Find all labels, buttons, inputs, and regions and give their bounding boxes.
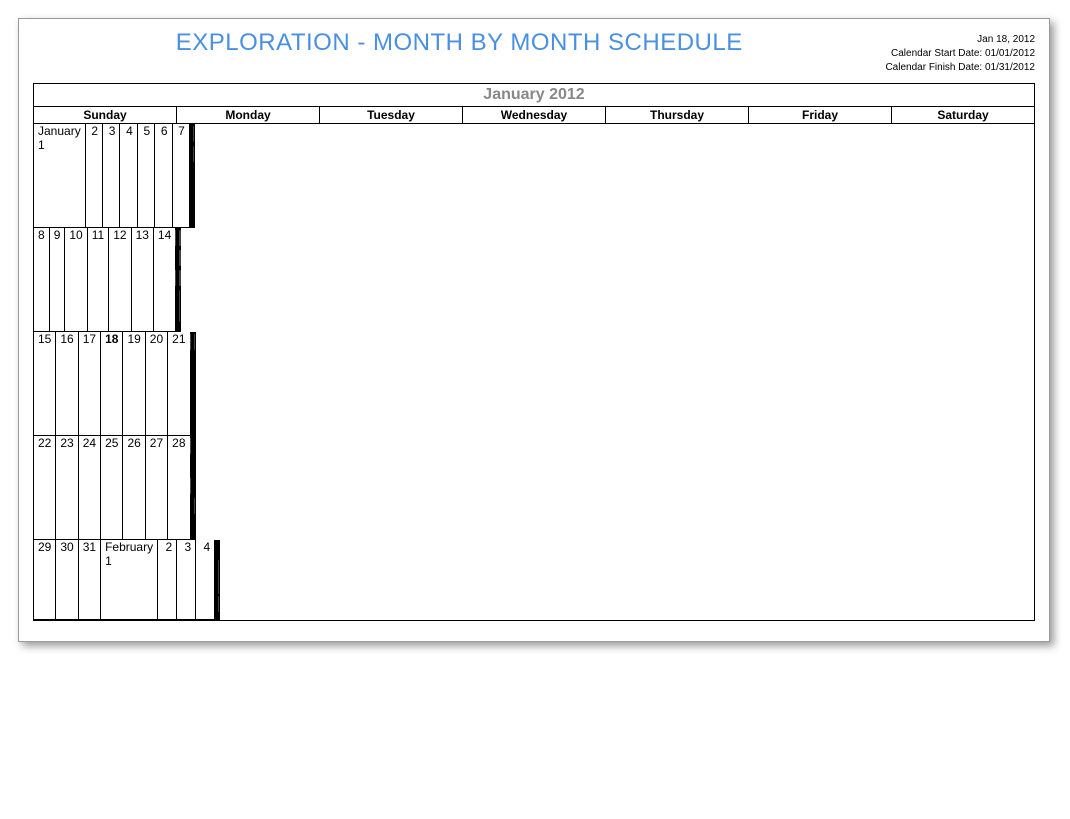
day-number: 29 — [34, 540, 56, 619]
day-number: February 1 — [101, 540, 158, 619]
day-number: 23 — [56, 436, 78, 539]
day-number: 7 — [173, 124, 189, 227]
day-number: 5 — [138, 124, 155, 227]
day-number: 11 — [88, 228, 109, 331]
dow-cell: Thursday — [606, 107, 749, 123]
print-date: Jan 18, 2012 — [885, 33, 1035, 47]
day-number: 15 — [34, 332, 56, 435]
day-number: 3 — [177, 540, 196, 619]
day-number: 2 — [158, 540, 177, 619]
day-cell — [195, 436, 196, 540]
day-number: 19 — [123, 332, 145, 435]
day-number: 4 — [120, 124, 137, 227]
day-number: 8 — [34, 228, 50, 331]
dow-cell: Saturday — [892, 107, 1034, 123]
day-number: 16 — [56, 332, 78, 435]
dow-cell: Wednesday — [463, 107, 606, 123]
day-number: 10 — [65, 228, 87, 331]
day-number: 26 — [123, 436, 145, 539]
calendar-start-date: Calendar Start Date: 01/01/2012 — [885, 47, 1035, 61]
day-number: 6 — [155, 124, 172, 227]
calendar: January 2012 SundayMondayTuesdayWednesda… — [33, 83, 1035, 621]
day-number: 18 — [101, 332, 123, 435]
day-cell — [194, 124, 195, 228]
day-number: 14 — [154, 228, 175, 331]
day-number: 3 — [103, 124, 120, 227]
day-number: 13 — [132, 228, 154, 331]
day-number: 27 — [146, 436, 168, 539]
day-cell — [219, 540, 220, 620]
day-number: 25 — [101, 436, 123, 539]
header-meta: Jan 18, 2012 Calendar Start Date: 01/01/… — [885, 29, 1035, 75]
day-cell — [180, 228, 181, 332]
dow-cell: Friday — [749, 107, 892, 123]
day-number: 4 — [196, 540, 214, 619]
dow-cell: Tuesday — [320, 107, 463, 123]
day-number: 31 — [79, 540, 101, 619]
day-number: 17 — [79, 332, 101, 435]
day-number: January 1 — [34, 124, 86, 227]
day-number: 30 — [56, 540, 78, 619]
day-of-week-header: SundayMondayTuesdayWednesdayThursdayFrid… — [34, 107, 1034, 124]
day-cell — [195, 332, 196, 436]
day-number: 9 — [50, 228, 66, 331]
day-number: 20 — [146, 332, 168, 435]
day-number: 24 — [79, 436, 101, 539]
day-number: 21 — [168, 332, 189, 435]
dow-cell: Monday — [177, 107, 320, 123]
day-number: 28 — [168, 436, 189, 539]
day-number: 12 — [109, 228, 131, 331]
day-number: 2 — [86, 124, 103, 227]
calendar-finish-date: Calendar Finish Date: 01/31/2012 — [885, 61, 1035, 75]
report-page: EXPLORATION - MONTH BY MONTH SCHEDULE Ja… — [18, 18, 1050, 642]
dow-cell: Sunday — [34, 107, 177, 123]
month-title: January 2012 — [34, 84, 1034, 107]
page-title: EXPLORATION - MONTH BY MONTH SCHEDULE — [33, 29, 885, 57]
day-number: 22 — [34, 436, 56, 539]
